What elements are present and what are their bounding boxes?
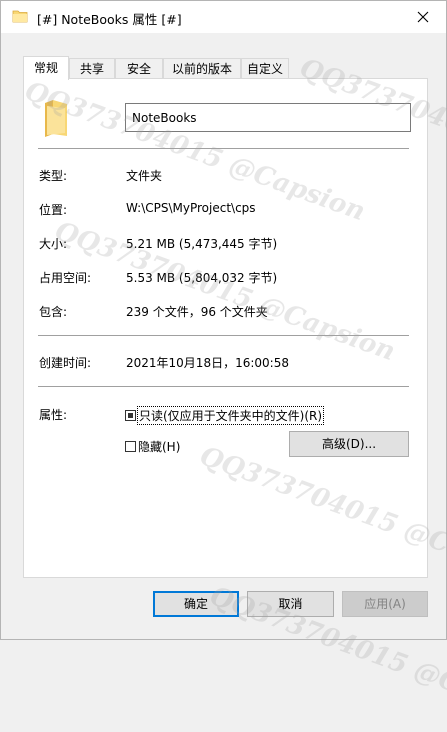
created-label: 创建时间:	[39, 356, 92, 370]
checkbox-unchecked[interactable]	[125, 441, 136, 452]
divider	[38, 148, 409, 149]
folder-icon	[12, 10, 28, 23]
tab-customize[interactable]: 自定义	[241, 58, 289, 78]
hidden-checkbox-label: 隐藏(H)	[138, 440, 181, 454]
tab-label: 常规	[33, 61, 58, 75]
advanced-button[interactable]: 高级(D)...	[289, 431, 409, 457]
type-value: 文件夹	[126, 169, 163, 183]
window-title: [#] NoteBooks 属性 [#]	[37, 12, 182, 27]
tab-panel	[23, 78, 428, 578]
close-icon	[417, 11, 429, 23]
properties-window: [#] NoteBooks 属性 [#] 常规 共享 安全 以前的版本 自定义 …	[0, 0, 447, 732]
close-button[interactable]	[400, 1, 446, 33]
tab-label: 安全	[126, 62, 151, 76]
size-on-disk-value: 5.53 MB (5,804,032 字节)	[126, 271, 278, 285]
cancel-button[interactable]: 取消	[247, 591, 334, 617]
created-value: 2021年10月18日，16:00:58	[126, 356, 289, 370]
size-label: 大小:	[39, 237, 68, 251]
type-label: 类型:	[39, 169, 68, 183]
divider	[38, 386, 409, 387]
folder-name-input[interactable]	[125, 103, 411, 132]
hidden-checkbox[interactable]: 隐藏(H)	[125, 438, 180, 455]
folder-icon	[45, 100, 67, 137]
apply-button[interactable]: 应用(A)	[342, 591, 428, 617]
size-value: 5.21 MB (5,473,445 字节)	[126, 237, 278, 251]
divider	[38, 335, 409, 336]
title-bar[interactable]: [#] NoteBooks 属性 [#]	[1, 1, 446, 33]
size-on-disk-label: 占用空间:	[39, 271, 92, 285]
tab-label: 共享	[79, 62, 104, 76]
location-label: 位置:	[39, 203, 68, 217]
contains-label: 包含:	[39, 305, 68, 319]
tab-security[interactable]: 安全	[115, 58, 163, 78]
tab-general[interactable]: 常规	[23, 56, 69, 80]
attributes-label: 属性:	[39, 408, 68, 422]
location-value: W:\CPS\MyProject\cps	[126, 201, 256, 215]
tab-label: 自定义	[246, 62, 283, 76]
tab-label: 以前的版本	[171, 62, 232, 76]
ok-button[interactable]: 确定	[153, 591, 239, 617]
readonly-checkbox[interactable]: 只读(仅应用于文件夹中的文件)(R)	[125, 406, 325, 425]
checkbox-indeterminate[interactable]	[125, 410, 136, 421]
tab-sharing[interactable]: 共享	[69, 58, 115, 78]
contains-value: 239 个文件，96 个文件夹	[126, 305, 268, 319]
readonly-checkbox-label: 只读(仅应用于文件夹中的文件)(R)	[136, 406, 325, 425]
tab-previous-versions[interactable]: 以前的版本	[163, 58, 241, 78]
